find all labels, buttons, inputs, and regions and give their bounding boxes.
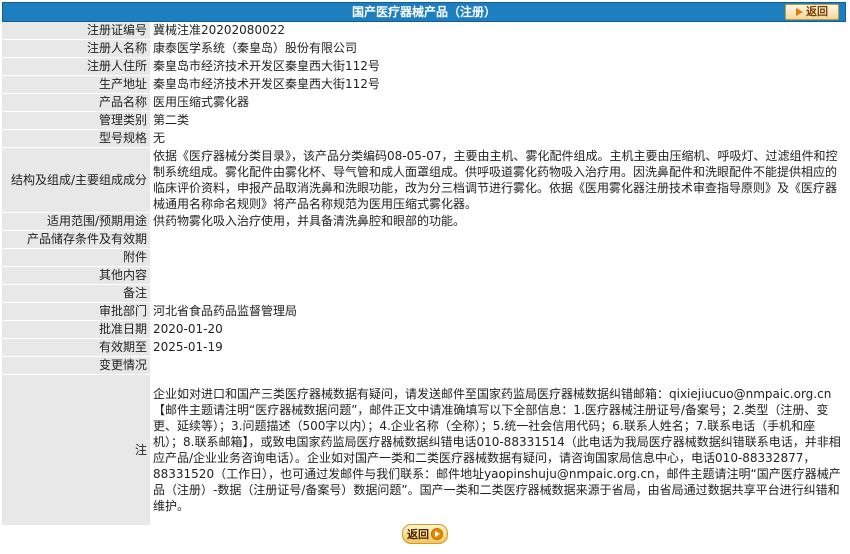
row-value: 2020-01-20 bbox=[150, 320, 846, 339]
back-button-label: 返回 bbox=[407, 528, 429, 541]
arrow-right-icon bbox=[431, 528, 443, 540]
table-row: 型号规格 无 bbox=[2, 129, 846, 148]
back-button-top[interactable]: 返回 bbox=[785, 4, 839, 20]
table-row: 产品名称 医用压缩式雾化器 bbox=[2, 93, 846, 112]
table-row: 备注 bbox=[2, 284, 846, 303]
table-row: 注 企业如对进口和国产三类医疗器械数据有疑问，请发送邮件至国家药监局医疗器械数据… bbox=[2, 374, 846, 526]
row-value: 冀械注准20202080022 bbox=[150, 22, 846, 40]
row-value: 康泰医学系统（秦皇岛）股份有限公司 bbox=[150, 39, 846, 58]
row-label: 生产地址 bbox=[2, 75, 150, 94]
row-value bbox=[150, 356, 846, 375]
row-label: 附件 bbox=[2, 248, 150, 267]
row-label: 注册证编号 bbox=[2, 22, 150, 40]
table-row: 结构及组成/主要组成成分 依据《医疗器械分类目录》，该产品分类编码08-05-0… bbox=[2, 147, 846, 213]
back-button-top-label: 返回 bbox=[806, 5, 828, 18]
row-value bbox=[150, 266, 846, 285]
row-label: 结构及组成/主要组成成分 bbox=[2, 147, 150, 213]
row-label: 变更情况 bbox=[2, 356, 150, 375]
row-label: 注册人名称 bbox=[2, 39, 150, 58]
table-row: 产品储存条件及有效期 bbox=[2, 230, 846, 249]
row-label: 适用范围/预期用途 bbox=[2, 212, 150, 231]
row-label: 批准日期 bbox=[2, 320, 150, 339]
row-label: 审批部门 bbox=[2, 302, 150, 321]
row-label: 有效期至 bbox=[2, 338, 150, 357]
footer: 返回 bbox=[0, 524, 850, 544]
arrow-right-icon bbox=[796, 8, 803, 16]
row-value: 2025-01-19 bbox=[150, 338, 846, 357]
detail-table: 注册证编号 冀械注准20202080022 注册人名称 康泰医学系统（秦皇岛）股… bbox=[2, 22, 846, 526]
row-value: 医用压缩式雾化器 bbox=[150, 93, 846, 112]
row-label: 备注 bbox=[2, 284, 150, 303]
table-row: 附件 bbox=[2, 248, 846, 267]
row-label: 产品名称 bbox=[2, 93, 150, 112]
table-row: 管理类别 第二类 bbox=[2, 111, 846, 130]
row-label: 注 bbox=[2, 374, 150, 526]
row-value: 企业如对进口和国产三类医疗器械数据有疑问，请发送邮件至国家药监局医疗器械数据纠错… bbox=[150, 374, 846, 526]
row-value: 供药物雾化吸入治疗使用，并具备清洗鼻腔和眼部的功能。 bbox=[150, 212, 846, 231]
table-row: 批准日期 2020-01-20 bbox=[2, 320, 846, 339]
row-label: 其他内容 bbox=[2, 266, 150, 285]
row-value: 河北省食品药品监督管理局 bbox=[150, 302, 846, 321]
row-label: 注册人住所 bbox=[2, 57, 150, 76]
page-title-bar: 国产医疗器械产品（注册） 返回 bbox=[2, 2, 846, 22]
row-value bbox=[150, 230, 846, 249]
row-label: 管理类别 bbox=[2, 111, 150, 130]
table-row: 生产地址 秦皇岛市经济技术开发区秦皇西大街112号 bbox=[2, 75, 846, 94]
row-value: 依据《医疗器械分类目录》，该产品分类编码08-05-07，主要由主机、雾化配件组… bbox=[150, 147, 846, 213]
row-value bbox=[150, 248, 846, 267]
table-row: 有效期至 2025-01-19 bbox=[2, 338, 846, 357]
row-value: 第二类 bbox=[150, 111, 846, 130]
row-value bbox=[150, 284, 846, 303]
table-row: 注册证编号 冀械注准20202080022 bbox=[2, 22, 846, 40]
row-label: 产品储存条件及有效期 bbox=[2, 230, 150, 249]
page-title: 国产医疗器械产品（注册） bbox=[351, 5, 496, 19]
table-row: 审批部门 河北省食品药品监督管理局 bbox=[2, 302, 846, 321]
table-row: 注册人住所 秦皇岛市经济技术开发区秦皇西大街112号 bbox=[2, 57, 846, 76]
row-label: 型号规格 bbox=[2, 129, 150, 148]
table-row: 变更情况 bbox=[2, 356, 846, 375]
table-row: 其他内容 bbox=[2, 266, 846, 285]
table-row: 注册人名称 康泰医学系统（秦皇岛）股份有限公司 bbox=[2, 39, 846, 58]
row-value: 秦皇岛市经济技术开发区秦皇西大街112号 bbox=[150, 75, 846, 94]
row-value: 无 bbox=[150, 129, 846, 148]
back-button[interactable]: 返回 bbox=[402, 524, 448, 544]
row-value: 秦皇岛市经济技术开发区秦皇西大街112号 bbox=[150, 57, 846, 76]
table-row: 适用范围/预期用途 供药物雾化吸入治疗使用，并具备清洗鼻腔和眼部的功能。 bbox=[2, 212, 846, 231]
